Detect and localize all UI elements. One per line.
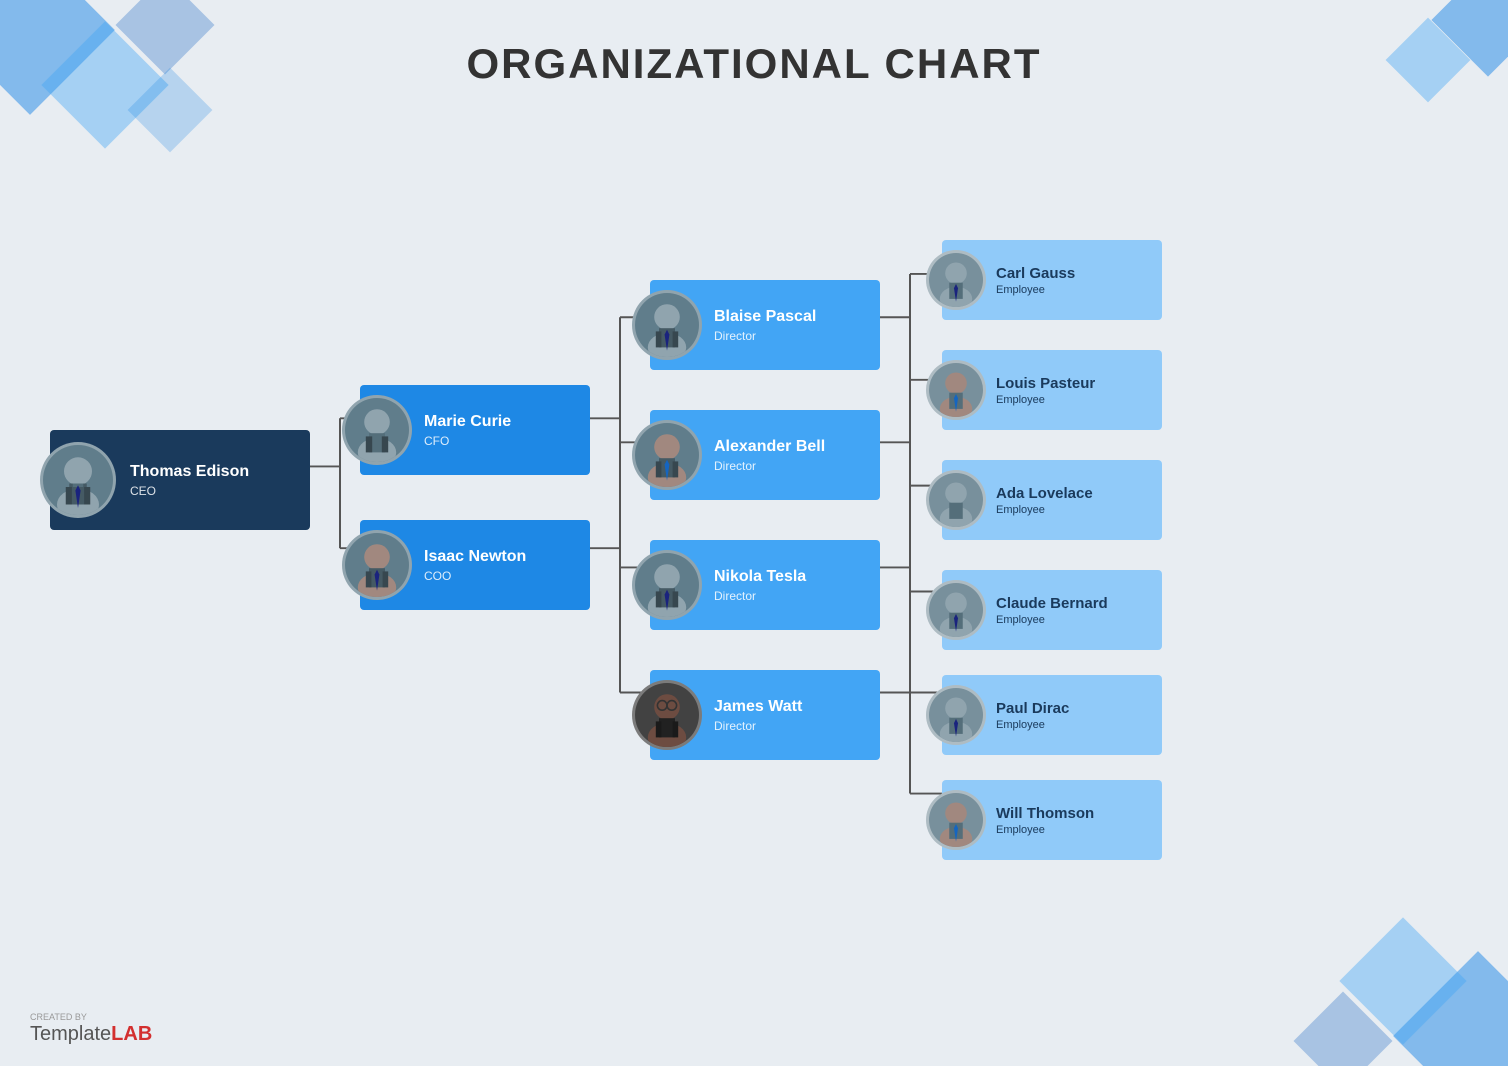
vp2-name: Isaac Newton: [424, 547, 526, 566]
emp4-avatar-svg: [929, 580, 983, 640]
dir1-name: Blaise Pascal: [714, 307, 816, 326]
emp1-avatar: [926, 250, 986, 310]
emp5-name: Paul Dirac: [996, 700, 1069, 717]
footer-created-by: CREATED BY: [30, 1013, 152, 1022]
emp4-text: Claude Bernard Employee: [996, 595, 1108, 626]
node-dir4: James Watt Director: [650, 670, 880, 760]
ceo-avatar-svg: [43, 442, 113, 518]
vp1-avatar-svg: [345, 395, 409, 465]
vp2-avatar: [342, 530, 412, 600]
dir3-role: Director: [714, 589, 806, 603]
emp1-avatar-svg: [929, 250, 983, 310]
emp3-role: Employee: [996, 504, 1093, 516]
dir1-avatar-svg: [635, 290, 699, 360]
node-vp1: Marie Curie CFO: [360, 385, 590, 475]
emp2-avatar-svg: [929, 360, 983, 420]
dir1-text: Blaise Pascal Director: [714, 307, 816, 343]
emp3-name: Ada Lovelace: [996, 485, 1093, 502]
dir4-avatar-svg: [635, 680, 699, 750]
vp1-role: CFO: [424, 434, 511, 448]
vp2-text: Isaac Newton COO: [424, 547, 526, 583]
node-emp6: Will Thomson Employee: [942, 780, 1162, 860]
emp6-role: Employee: [996, 824, 1094, 836]
emp5-avatar: [926, 685, 986, 745]
emp3-avatar-svg: [929, 470, 983, 530]
node-dir1: Blaise Pascal Director: [650, 280, 880, 370]
page-title: ORGANIZATIONAL CHART: [0, 40, 1508, 88]
emp5-text: Paul Dirac Employee: [996, 700, 1069, 731]
footer-brand-bold: LAB: [111, 1023, 152, 1045]
ceo-role: CEO: [130, 484, 249, 498]
node-emp4: Claude Bernard Employee: [942, 570, 1162, 650]
node-emp1: Carl Gauss Employee: [942, 240, 1162, 320]
node-dir2: Alexander Bell Director: [650, 410, 880, 500]
vp2-avatar-svg: [345, 530, 409, 600]
dir2-name: Alexander Bell: [714, 437, 825, 456]
node-ceo: Thomas Edison CEO: [50, 430, 310, 530]
dir2-avatar-svg: [635, 420, 699, 490]
dir2-role: Director: [714, 459, 825, 473]
emp1-text: Carl Gauss Employee: [996, 265, 1075, 296]
footer-brand-container: TemplateLAB: [30, 1023, 152, 1046]
dir4-name: James Watt: [714, 697, 802, 716]
ceo-name: Thomas Edison: [130, 462, 249, 481]
emp2-name: Louis Pasteur: [996, 375, 1095, 392]
dir2-avatar: [632, 420, 702, 490]
node-emp2: Louis Pasteur Employee: [942, 350, 1162, 430]
emp6-name: Will Thomson: [996, 805, 1094, 822]
dir3-name: Nikola Tesla: [714, 567, 806, 586]
node-dir3: Nikola Tesla Director: [650, 540, 880, 630]
vp1-avatar: [342, 395, 412, 465]
emp6-text: Will Thomson Employee: [996, 805, 1094, 836]
node-emp5: Paul Dirac Employee: [942, 675, 1162, 755]
footer-content: CREATED BY TemplateLAB: [30, 1013, 152, 1046]
emp5-avatar-svg: [929, 685, 983, 745]
emp1-name: Carl Gauss: [996, 265, 1075, 282]
dir1-role: Director: [714, 329, 816, 343]
emp2-text: Louis Pasteur Employee: [996, 375, 1095, 406]
emp2-role: Employee: [996, 394, 1095, 406]
footer: CREATED BY TemplateLAB: [30, 1013, 152, 1046]
emp6-avatar-svg: [929, 790, 983, 850]
node-vp2: Isaac Newton COO: [360, 520, 590, 610]
emp4-avatar: [926, 580, 986, 640]
ceo-text: Thomas Edison CEO: [130, 462, 249, 498]
dir1-avatar: [632, 290, 702, 360]
dir2-text: Alexander Bell Director: [714, 437, 825, 473]
vp2-role: COO: [424, 569, 526, 583]
dir4-role: Director: [714, 719, 802, 733]
emp4-role: Employee: [996, 614, 1108, 626]
ceo-avatar: [40, 442, 116, 518]
emp1-role: Employee: [996, 284, 1075, 296]
emp3-avatar: [926, 470, 986, 530]
dir3-avatar-svg: [635, 550, 699, 620]
emp3-text: Ada Lovelace Employee: [996, 485, 1093, 516]
chart-container: Thomas Edison CEO Marie Curie CFO: [30, 120, 1478, 986]
emp5-role: Employee: [996, 719, 1069, 731]
dir3-text: Nikola Tesla Director: [714, 567, 806, 603]
footer-brand-regular: Template: [30, 1023, 111, 1045]
node-emp3: Ada Lovelace Employee: [942, 460, 1162, 540]
emp4-name: Claude Bernard: [996, 595, 1108, 612]
dir4-text: James Watt Director: [714, 697, 802, 733]
emp6-avatar: [926, 790, 986, 850]
footer-brand: TemplateLAB: [30, 1023, 152, 1045]
vp1-text: Marie Curie CFO: [424, 412, 511, 448]
vp1-name: Marie Curie: [424, 412, 511, 431]
dir3-avatar: [632, 550, 702, 620]
dir4-avatar: [632, 680, 702, 750]
emp2-avatar: [926, 360, 986, 420]
